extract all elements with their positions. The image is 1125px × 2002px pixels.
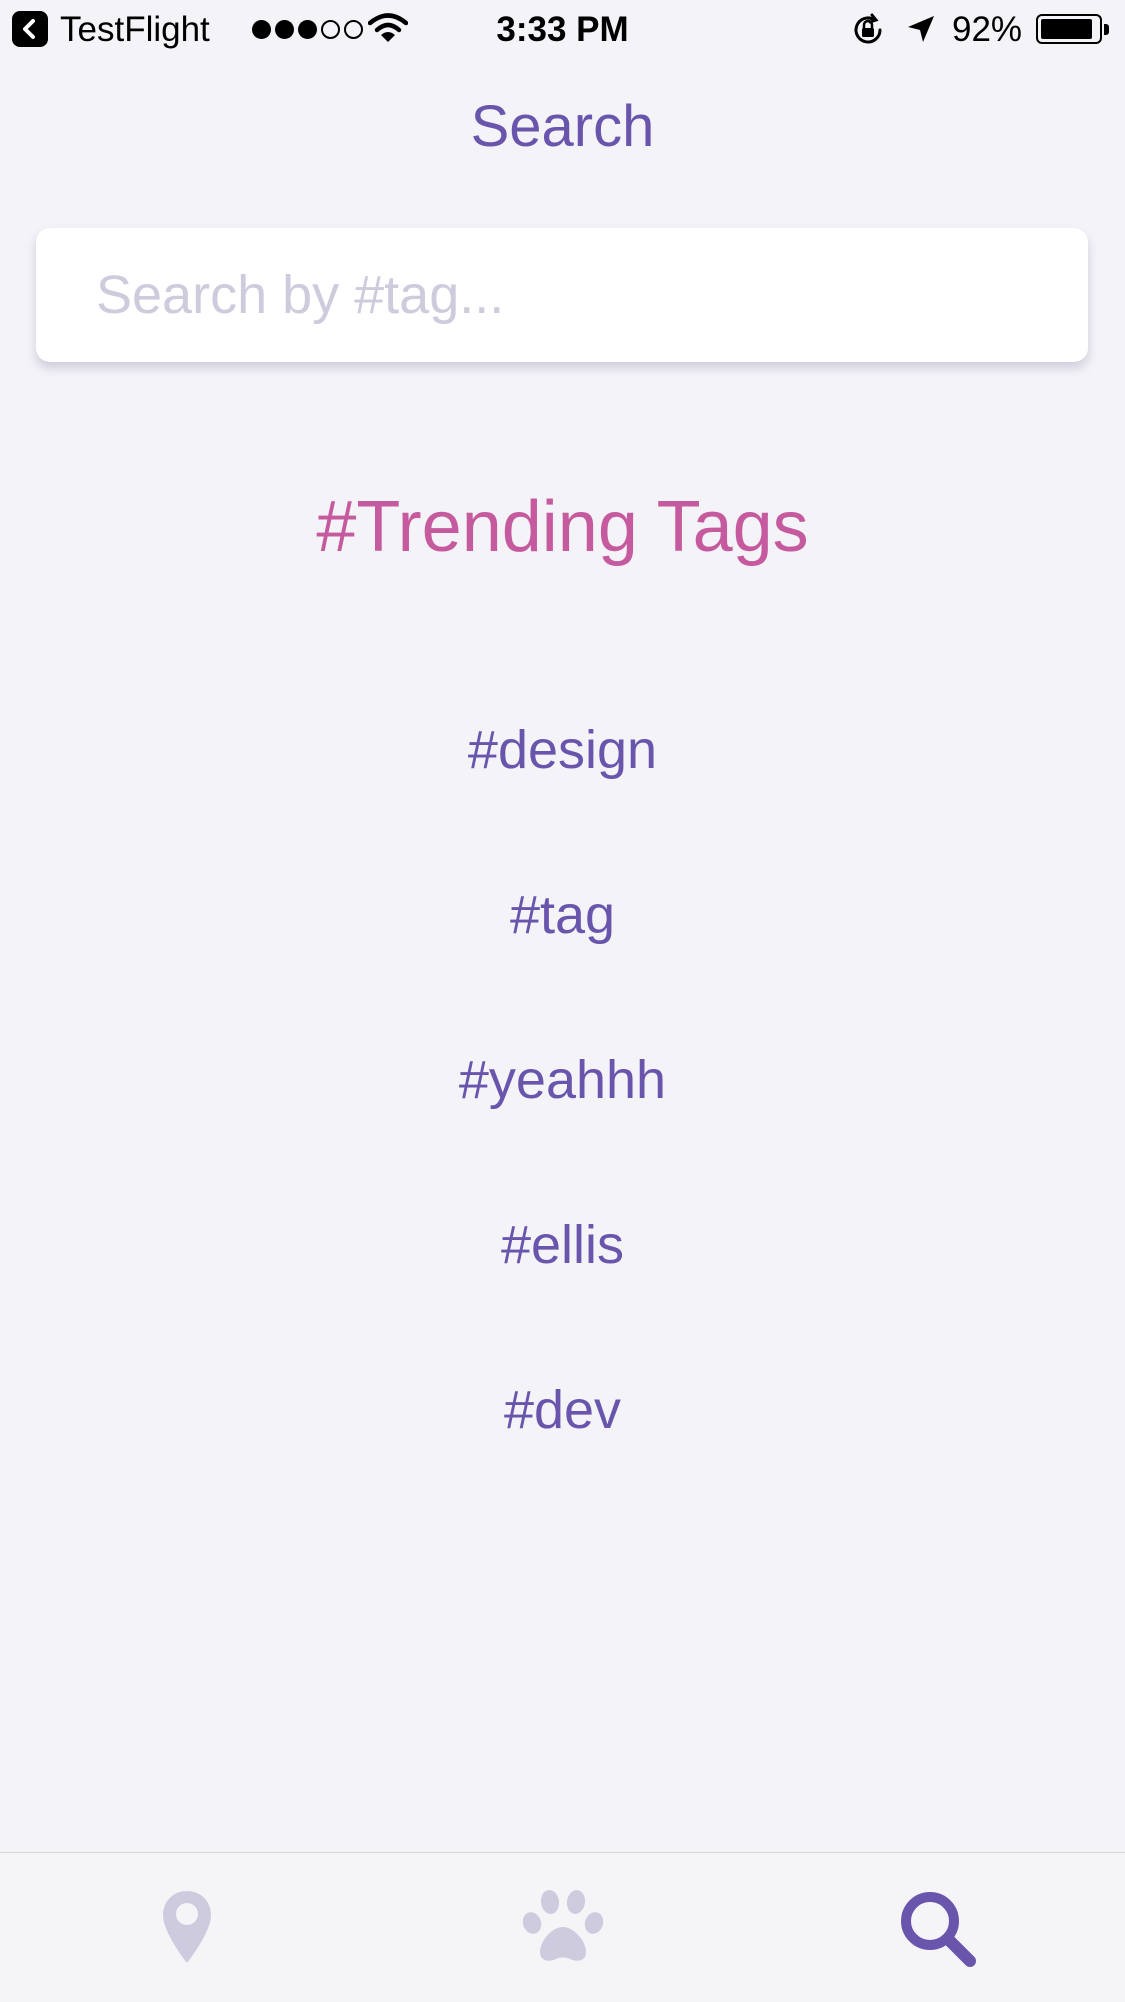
page-title: Search [470, 94, 655, 159]
trending-tags-heading: #Trending Tags [316, 487, 809, 567]
battery-cap [1104, 24, 1109, 35]
trending-tag-item[interactable]: #dev [0, 1365, 1125, 1530]
tab-bar [0, 1852, 1125, 2002]
paw-icon [522, 1890, 604, 1961]
map-pin-icon [163, 1891, 211, 1963]
tab-search[interactable] [750, 1853, 1125, 2002]
battery-percent: 92% [952, 10, 1023, 49]
battery-icon [1036, 14, 1102, 44]
search-box[interactable] [36, 228, 1088, 362]
trending-tag-item[interactable]: #tag [0, 870, 1125, 1035]
trending-tag-item[interactable]: #ellis [0, 1200, 1125, 1365]
tab-map[interactable] [0, 1853, 375, 2002]
battery-level [1041, 19, 1093, 39]
trending-tag-item[interactable]: #design [0, 705, 1125, 870]
trending-tag-list: #design #tag #yeahhh #ellis #dev [0, 705, 1125, 1530]
status-bar: TestFlight 3:33 PM 92% [0, 0, 1125, 60]
location-arrow-icon [908, 16, 934, 42]
tab-paws[interactable] [375, 1853, 750, 2002]
trending-tag-item[interactable]: #yeahhh [0, 1035, 1125, 1200]
search-input[interactable] [96, 228, 1056, 362]
search-icon [901, 1892, 976, 1967]
orientation-lock-icon [854, 13, 882, 44]
